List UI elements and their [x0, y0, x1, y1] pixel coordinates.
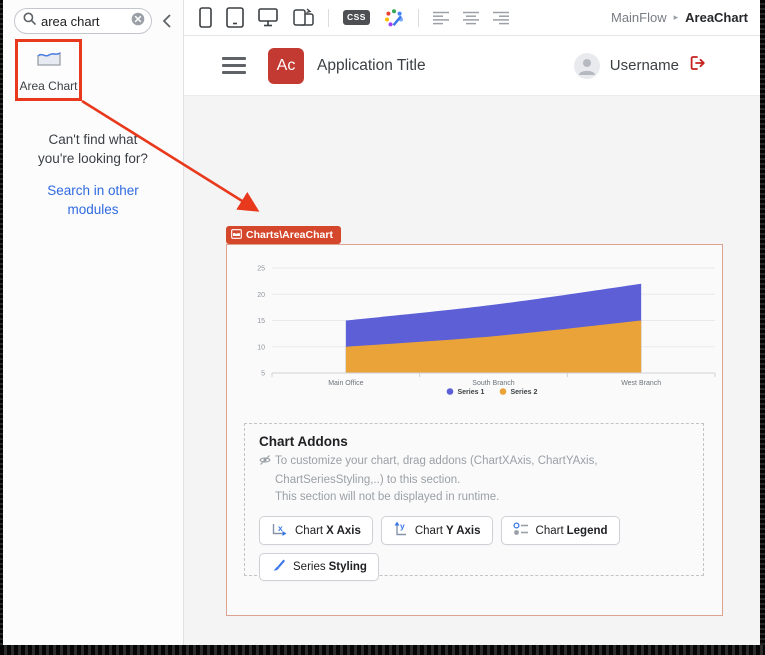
- search-input[interactable]: [41, 14, 126, 29]
- app-title-text: Application Title: [317, 57, 426, 75]
- chart-plot: 5 10 15 20 25 Main Office South Branch West Bra…: [227, 245, 722, 408]
- toolbox-sidebar: Area Chart Can't find what you're lookin…: [3, 0, 184, 645]
- widget-tag-label: Charts\AreaChart: [246, 229, 333, 241]
- page-header-widget[interactable]: Ac Application Title Username: [184, 36, 760, 96]
- toolbox-item-label: Area Chart: [19, 79, 77, 93]
- align-center-icon[interactable]: [463, 11, 479, 25]
- breadcrumb-current[interactable]: AreaChart: [685, 10, 748, 25]
- addons-title: Chart Addons: [259, 434, 689, 449]
- area-chart-svg: 5 10 15 20 25 Main Office South Branch West Bra…: [227, 246, 722, 408]
- area-chart-widget[interactable]: Charts\AreaChart 510152025Main OfficeSou…: [226, 244, 723, 616]
- legend-icon: [513, 522, 529, 539]
- chart-y-axis-button[interactable]: y ChartY Axis: [381, 516, 493, 545]
- collapse-sidebar-icon[interactable]: [162, 14, 171, 28]
- app-logo[interactable]: Ac: [268, 48, 304, 84]
- x-axis-icon: x: [271, 522, 288, 540]
- search-other-modules-link[interactable]: Search in other modules: [3, 181, 183, 219]
- desktop-preview-icon[interactable]: [258, 8, 278, 27]
- align-left-icon[interactable]: [433, 11, 449, 25]
- widget-tag[interactable]: Charts\AreaChart: [226, 226, 341, 244]
- breadcrumb-parent[interactable]: MainFlow: [611, 10, 667, 25]
- tablet-preview-icon[interactable]: [226, 7, 244, 28]
- toolbar-divider: [418, 9, 419, 27]
- search-box[interactable]: [14, 8, 152, 34]
- breadcrumb: MainFlow ▸ AreaChart: [611, 10, 750, 25]
- svg-text:10: 10: [257, 344, 265, 351]
- css-editor-icon[interactable]: CSS: [343, 10, 370, 25]
- search-icon: [23, 12, 36, 30]
- chart-addons-section: Chart Addons To customize your chart, dr…: [244, 423, 704, 576]
- chart-legend-button[interactable]: ChartLegend: [501, 516, 620, 545]
- svg-text:West Branch: West Branch: [621, 380, 661, 387]
- user-area: Username: [574, 53, 706, 79]
- phone-preview-icon[interactable]: [199, 7, 212, 28]
- toolbar-divider: [328, 9, 329, 27]
- logout-icon[interactable]: [689, 55, 706, 76]
- svg-text:15: 15: [257, 318, 265, 325]
- screen-edge: [0, 645, 765, 655]
- addon-buttons: x ChartX Axis y ChartY Axis: [259, 516, 689, 581]
- svg-text:Series 1: Series 1: [458, 389, 485, 396]
- search-row: [3, 0, 183, 34]
- eye-off-icon: [259, 454, 271, 472]
- screen-edge: [760, 0, 765, 655]
- username-text: Username: [610, 57, 679, 74]
- svg-text:y: y: [400, 521, 405, 531]
- editor-main: CSS: [184, 0, 760, 645]
- area-chart-icon: [35, 47, 63, 74]
- svg-text:25: 25: [257, 266, 265, 273]
- rotate-device-icon[interactable]: [292, 8, 314, 28]
- clear-search-icon[interactable]: [131, 12, 145, 31]
- y-axis-icon: y: [393, 521, 408, 540]
- app-window: Area Chart Can't find what you're lookin…: [3, 0, 760, 645]
- svg-text:20: 20: [257, 292, 265, 299]
- tag-area-chart-icon: [231, 229, 242, 242]
- svg-text:Series 2: Series 2: [511, 389, 538, 396]
- svg-text:x: x: [278, 523, 283, 533]
- toolbox-item-area-chart[interactable]: Area Chart: [15, 39, 82, 101]
- design-canvas[interactable]: Charts\AreaChart 5 10 15 20 25 Main Office Sou…: [184, 96, 760, 645]
- align-right-icon[interactable]: [493, 11, 509, 25]
- series-styling-button[interactable]: SeriesStyling: [259, 553, 379, 581]
- avatar[interactable]: [574, 53, 600, 79]
- menu-icon[interactable]: [222, 57, 246, 74]
- svg-text:Main Office: Main Office: [328, 380, 363, 387]
- screen-edge: [0, 0, 3, 655]
- search-hint-text: Can't find what you're looking for?: [3, 130, 183, 168]
- theme-palette-icon[interactable]: [384, 8, 404, 28]
- design-toolbar: CSS: [184, 0, 760, 36]
- chart-x-axis-button[interactable]: x ChartX Axis: [259, 516, 373, 545]
- screenshot-stage: Area Chart Can't find what you're lookin…: [0, 0, 765, 655]
- brush-icon: [271, 558, 286, 576]
- svg-text:South Branch: South Branch: [472, 380, 515, 387]
- addons-description: To customize your chart, drag addons (Ch…: [259, 453, 689, 506]
- breadcrumb-separator-icon: ▸: [674, 12, 679, 23]
- svg-text:5: 5: [261, 371, 265, 378]
